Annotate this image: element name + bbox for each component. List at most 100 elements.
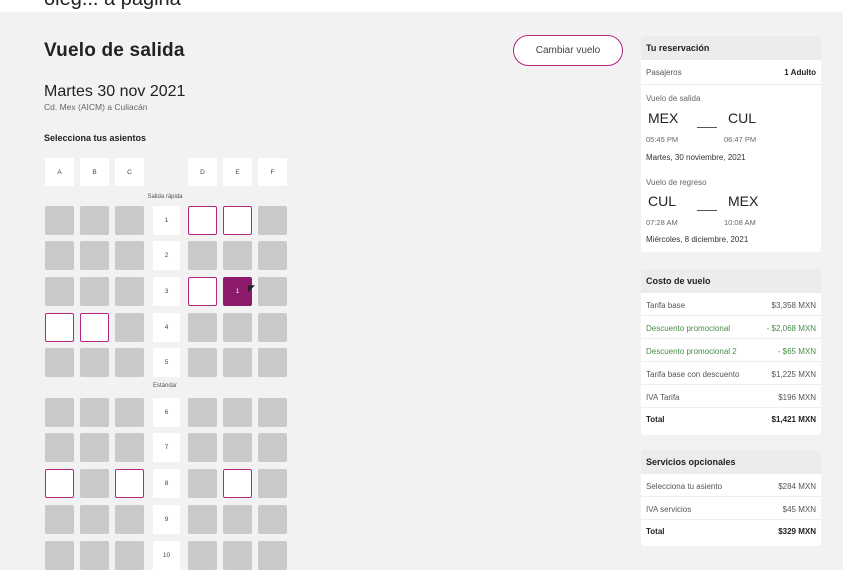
seat-7d	[188, 433, 217, 462]
seat-5a	[45, 348, 74, 377]
cost-row: Descuento promocional 2 - $65 MXN	[646, 347, 816, 356]
reservation-title: Tu reservación	[641, 36, 821, 60]
return-departure-time: 07:28 AM	[646, 218, 678, 227]
cost-total-row: Total $1,421 MXN	[646, 415, 816, 424]
cost-row-label: Descuento promocional	[646, 324, 731, 333]
services-panel: Servicios opcionales Selecciona tu asien…	[641, 450, 821, 546]
outbound-date: Martes, 30 noviembre, 2021	[646, 153, 746, 162]
cost-row-label: Descuento promocional 2	[646, 347, 737, 356]
passengers-row: Pasajeros 1 Adulto	[646, 68, 816, 77]
outbound-departure-time: 05:45 PM	[646, 135, 679, 144]
cost-row-value: $196 MXN	[778, 393, 816, 402]
return-arrival-time: 10:08 AM	[724, 218, 756, 227]
services-title: Servicios opcionales	[641, 450, 821, 474]
return-destination-code: MEX	[728, 193, 759, 209]
service-row-value: $45 MXN	[782, 505, 816, 514]
seat-7a	[45, 433, 74, 462]
seat-prompt: Selecciona tus asientos	[44, 133, 147, 143]
seat-6c	[115, 398, 144, 427]
seat-7c	[115, 433, 144, 462]
service-row: IVA servicios $45 MXN	[646, 505, 816, 514]
cost-row-value: $1,225 MXN	[771, 370, 816, 379]
divider	[641, 361, 821, 362]
seat-3c	[115, 277, 144, 306]
seat-7b	[80, 433, 109, 462]
divider	[641, 84, 821, 85]
row-number: 9	[153, 505, 180, 534]
seat-3b	[80, 277, 109, 306]
seat-8d	[188, 469, 217, 498]
seat-2a	[45, 241, 74, 270]
passengers-label: Pasajeros	[646, 68, 682, 77]
seat-8f	[258, 469, 287, 498]
row-number: 5	[153, 348, 180, 377]
seat-7e	[223, 433, 252, 462]
column-label-f: F	[258, 158, 287, 186]
seat-6a	[45, 398, 74, 427]
seat-4b[interactable]	[80, 313, 109, 342]
seat-1d[interactable]	[188, 206, 217, 235]
row-number: 3	[153, 277, 180, 306]
seat-3d[interactable]	[188, 277, 217, 306]
seat-5c	[115, 348, 144, 377]
seat-10f	[258, 541, 287, 570]
page-title: Vuelo de salida	[44, 40, 185, 61]
seat-5f	[258, 348, 287, 377]
seat-5e	[223, 348, 252, 377]
outbound-label: Vuelo de salida	[646, 94, 701, 103]
reservation-panel: Tu reservación Pasajeros 1 Adulto Vuelo …	[641, 36, 821, 252]
row-number: 2	[153, 241, 180, 270]
flight-date: Martes 30 nov 2021	[44, 83, 186, 100]
passengers-value: 1 Adulto	[784, 68, 816, 77]
services-total-row: Total $329 MXN	[646, 527, 816, 536]
mouse-pointer-icon: ◤	[248, 283, 255, 293]
seat-6b	[80, 398, 109, 427]
seat-1c	[115, 206, 144, 235]
seat-8c[interactable]	[115, 469, 144, 498]
seat-9c	[115, 505, 144, 534]
seat-1b	[80, 206, 109, 235]
column-label-a: A	[45, 158, 74, 186]
seat-1e[interactable]	[223, 206, 252, 235]
flight-route: Cd. Mex (AICM) a Culiacán	[44, 102, 148, 112]
seat-4a[interactable]	[45, 313, 74, 342]
seat-8a[interactable]	[45, 469, 74, 498]
seat-8e[interactable]	[223, 469, 252, 498]
seat-9d	[188, 505, 217, 534]
column-label-d: D	[188, 158, 217, 186]
divider	[641, 384, 821, 385]
seat-4e	[223, 313, 252, 342]
seat-5b	[80, 348, 109, 377]
cost-row: Tarifa base $3,358 MXN	[646, 301, 816, 310]
seat-3f	[258, 277, 287, 306]
seat-4c	[115, 313, 144, 342]
cost-row: Tarifa base con descuento $1,225 MXN	[646, 370, 816, 379]
cost-row-value: - $65 MXN	[777, 347, 816, 356]
seat-2d	[188, 241, 217, 270]
return-date: Miércoles, 8 diciembre, 2021	[646, 235, 749, 244]
seat-6e	[223, 398, 252, 427]
column-label-e: E	[223, 158, 252, 186]
divider	[641, 338, 821, 339]
cost-row-label: Tarifa base	[646, 301, 686, 310]
cost-row-label: Tarifa base con descuento	[646, 370, 740, 379]
divider	[641, 519, 821, 520]
row-number: 1	[153, 206, 180, 235]
seat-2b	[80, 241, 109, 270]
seat-9e	[223, 505, 252, 534]
column-label-c: C	[115, 158, 144, 186]
row-number: 7	[153, 433, 180, 462]
seat-8b	[80, 469, 109, 498]
cost-row: IVA Tarifa $196 MXN	[646, 393, 816, 402]
seat-6f	[258, 398, 287, 427]
change-flight-button[interactable]: Cambiar vuelo	[513, 35, 623, 66]
services-total-value: $329 MXN	[778, 527, 816, 536]
outbound-arrival-time: 06:47 PM	[724, 135, 757, 144]
seat-10b	[80, 541, 109, 570]
section-fast-label: Salida rápida	[147, 194, 183, 200]
seat-2f	[258, 241, 287, 270]
section-standard-label: Estándar	[152, 383, 177, 389]
route-dash	[697, 127, 717, 128]
seat-2e	[223, 241, 252, 270]
cost-total-label: Total	[646, 415, 665, 424]
